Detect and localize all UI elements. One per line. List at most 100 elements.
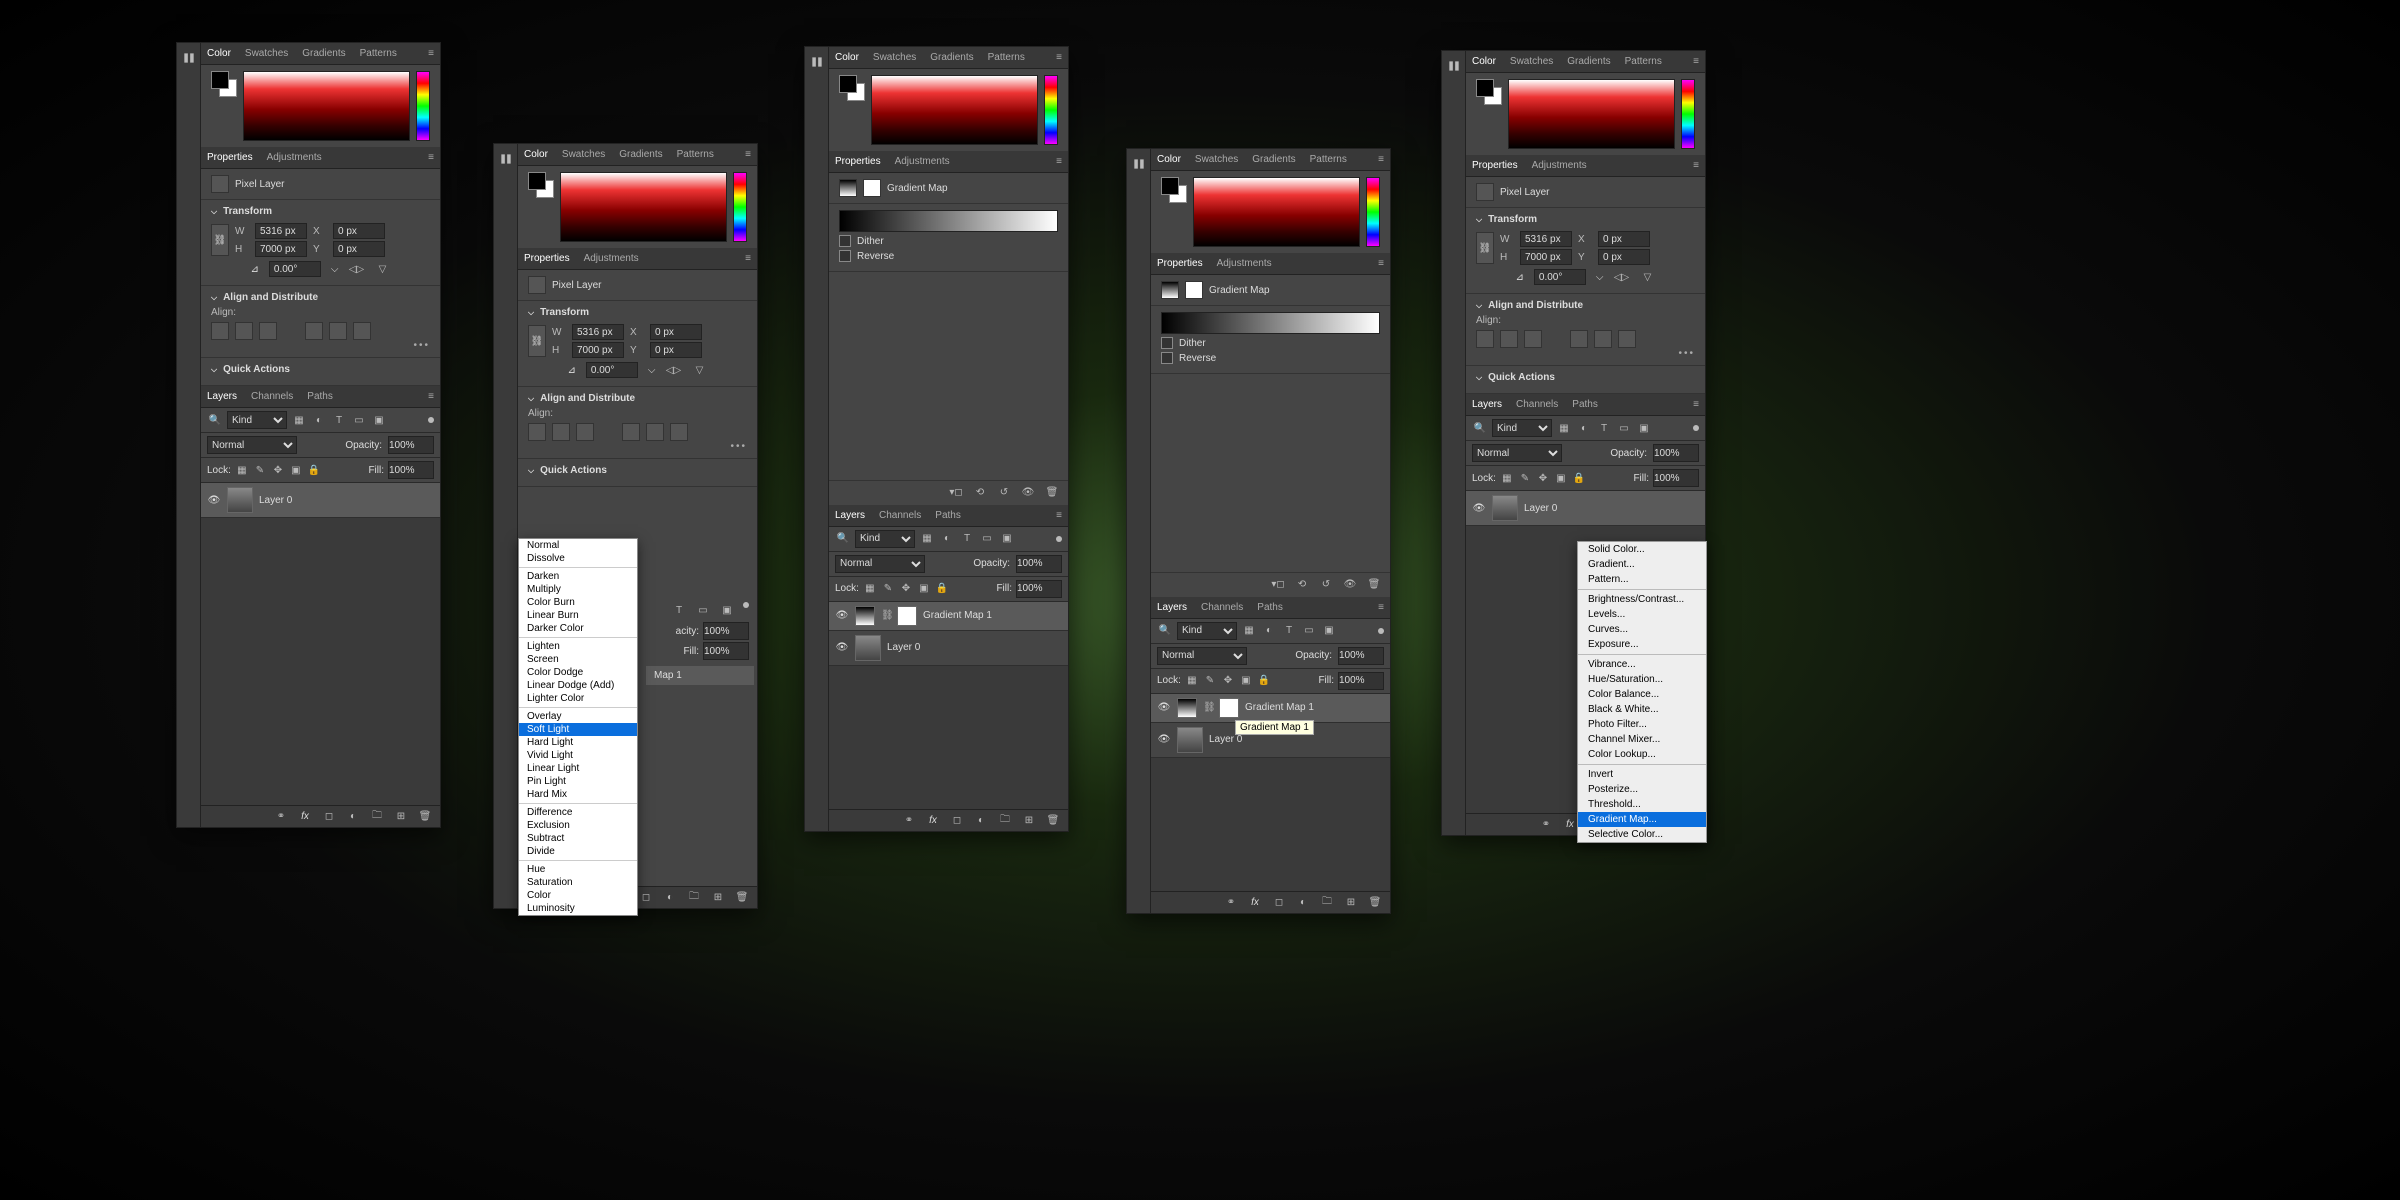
flip-vertical-icon[interactable]: ▽	[691, 362, 707, 378]
angle-input[interactable]	[586, 362, 638, 378]
angle-dropdown-icon[interactable]: ⌵	[648, 365, 656, 376]
panel-menu-icon[interactable]: ≡	[1378, 154, 1384, 165]
visibility-icon[interactable]: 👁	[1157, 702, 1171, 713]
angle-dropdown-icon[interactable]: ⌵	[331, 264, 339, 275]
blend-option-lighter-color[interactable]: Lighter Color	[519, 692, 637, 705]
filter-kind-select[interactable]: Kind	[855, 530, 915, 548]
trash-icon[interactable]: 🗑	[1046, 814, 1060, 828]
layer-name[interactable]: Gradient Map 1	[1245, 702, 1314, 713]
panel-menu-icon[interactable]: ≡	[1693, 399, 1699, 410]
link-layers-icon[interactable]: ⚭	[1224, 896, 1238, 910]
align-hcenter-button[interactable]	[235, 322, 253, 340]
adjustment-thumbnail[interactable]	[1177, 698, 1197, 718]
adjustment-option-gradient-map-[interactable]: Gradient Map...	[1578, 812, 1706, 827]
blend-option-color-dodge[interactable]: Color Dodge	[519, 666, 637, 679]
dock-collapse-icon[interactable]	[810, 55, 824, 72]
height-input[interactable]	[255, 241, 307, 257]
layer-thumbnail[interactable]	[1492, 495, 1518, 521]
align-right-button[interactable]	[576, 423, 594, 441]
layer-item-gradmap-partial[interactable]: Map 1	[646, 666, 754, 685]
height-input[interactable]	[1520, 249, 1572, 265]
group-icon[interactable]: 🗀	[370, 810, 384, 824]
align-header[interactable]: ⌵Align and Distribute	[211, 292, 430, 303]
adjustment-option-black-white-[interactable]: Black & White...	[1578, 702, 1706, 717]
blend-mode-select[interactable]: Normal	[1157, 647, 1247, 665]
width-input[interactable]	[255, 223, 307, 239]
tab-adjustments[interactable]: Adjustments	[1217, 258, 1272, 269]
more-options-icon[interactable]: •••	[528, 441, 747, 452]
view-previous-icon[interactable]: ⟲	[1294, 577, 1310, 593]
filter-shape-icon[interactable]: ▭	[979, 531, 995, 547]
fill-input[interactable]	[703, 642, 749, 660]
filter-kind-select[interactable]: Kind	[1492, 419, 1552, 437]
trash-icon[interactable]: 🗑	[1368, 896, 1382, 910]
blend-mode-select[interactable]: Normal	[1472, 444, 1562, 462]
visibility-icon[interactable]: 👁	[1342, 577, 1358, 593]
trash-icon[interactable]: 🗑	[1366, 577, 1382, 593]
flip-horizontal-icon[interactable]: ◁▷	[1613, 269, 1629, 285]
filter-toggle-icon[interactable]	[428, 417, 434, 423]
blend-mode-select[interactable]: Normal	[207, 436, 297, 454]
adjustment-option-vibrance-[interactable]: Vibrance...	[1578, 657, 1706, 672]
dock-collapse-icon[interactable]	[499, 152, 513, 169]
lock-paint-icon[interactable]: ✎	[881, 582, 895, 596]
tab-layers[interactable]: Layers	[1472, 399, 1502, 410]
blend-option-vivid-light[interactable]: Vivid Light	[519, 749, 637, 762]
link-wh-icon[interactable]: ⛓	[211, 224, 229, 256]
hue-strip[interactable]	[1366, 177, 1380, 247]
hue-strip[interactable]	[1044, 75, 1058, 145]
hue-strip[interactable]	[1681, 79, 1695, 149]
lock-paint-icon[interactable]: ✎	[1518, 471, 1532, 485]
panel-menu-icon[interactable]: ≡	[1056, 156, 1062, 167]
panel-menu-icon[interactable]: ≡	[1378, 602, 1384, 613]
y-input[interactable]	[333, 241, 385, 257]
filter-kind-select[interactable]: Kind	[227, 411, 287, 429]
layer-name[interactable]: Layer 0	[887, 642, 920, 653]
adjustment-option-gradient-[interactable]: Gradient...	[1578, 557, 1706, 572]
tab-properties[interactable]: Properties	[1157, 258, 1203, 269]
link-layers-icon[interactable]: ⚭	[274, 810, 288, 824]
fill-input[interactable]	[1653, 469, 1699, 487]
foreground-background-swatch[interactable]	[1476, 79, 1502, 105]
mask-thumbnail[interactable]	[897, 606, 917, 626]
blend-option-luminosity[interactable]: Luminosity	[519, 902, 637, 915]
adjustment-thumbnail[interactable]	[855, 606, 875, 626]
tab-color[interactable]: Color	[835, 52, 859, 63]
dither-checkbox[interactable]	[1161, 337, 1173, 349]
fx-icon[interactable]: fx	[298, 810, 312, 824]
filter-type-icon[interactable]: T	[959, 531, 975, 547]
new-layer-icon[interactable]: ⊞	[394, 810, 408, 824]
layer-name[interactable]: Layer 0	[1524, 503, 1557, 514]
reverse-checkbox-row[interactable]: Reverse	[1161, 352, 1380, 364]
tab-adjustments[interactable]: Adjustments	[1532, 160, 1587, 171]
layer-name[interactable]: Gradient Map 1	[923, 610, 992, 621]
lock-position-icon[interactable]: ✥	[271, 463, 285, 477]
adjustment-option-posterize-[interactable]: Posterize...	[1578, 782, 1706, 797]
layer-item-layer0[interactable]: 👁 Layer 0	[829, 631, 1068, 666]
filter-smart-icon[interactable]: ▣	[999, 531, 1015, 547]
fx-icon[interactable]: fx	[926, 814, 940, 828]
quick-actions-header[interactable]: ⌵Quick Actions	[528, 465, 747, 476]
adjustment-option-levels-[interactable]: Levels...	[1578, 607, 1706, 622]
adjustment-layer-icon[interactable]: ◐	[974, 814, 988, 828]
blend-option-overlay[interactable]: Overlay	[519, 710, 637, 723]
align-hcenter-button[interactable]	[552, 423, 570, 441]
visibility-icon[interactable]: 👁	[1157, 734, 1171, 745]
x-input[interactable]	[1598, 231, 1650, 247]
mask-icon[interactable]: ◻	[639, 891, 653, 905]
align-vcenter-button[interactable]	[329, 322, 347, 340]
align-left-button[interactable]	[211, 322, 229, 340]
layer-item-gradmap[interactable]: 👁 ⛓ Gradient Map 1	[829, 602, 1068, 631]
tab-color[interactable]: Color	[1157, 154, 1181, 165]
adjustment-option-curves-[interactable]: Curves...	[1578, 622, 1706, 637]
flip-vertical-icon[interactable]: ▽	[1639, 269, 1655, 285]
fill-input[interactable]	[388, 461, 434, 479]
tab-properties[interactable]: Properties	[835, 156, 881, 167]
tab-channels[interactable]: Channels	[1516, 399, 1558, 410]
tab-channels[interactable]: Channels	[1201, 602, 1243, 613]
layer-thumbnail[interactable]	[855, 635, 881, 661]
foreground-background-swatch[interactable]	[1161, 177, 1187, 203]
mask-thumbnail[interactable]	[1219, 698, 1239, 718]
gradient-preview[interactable]	[839, 210, 1058, 232]
adjustment-option-selective-color-[interactable]: Selective Color...	[1578, 827, 1706, 842]
